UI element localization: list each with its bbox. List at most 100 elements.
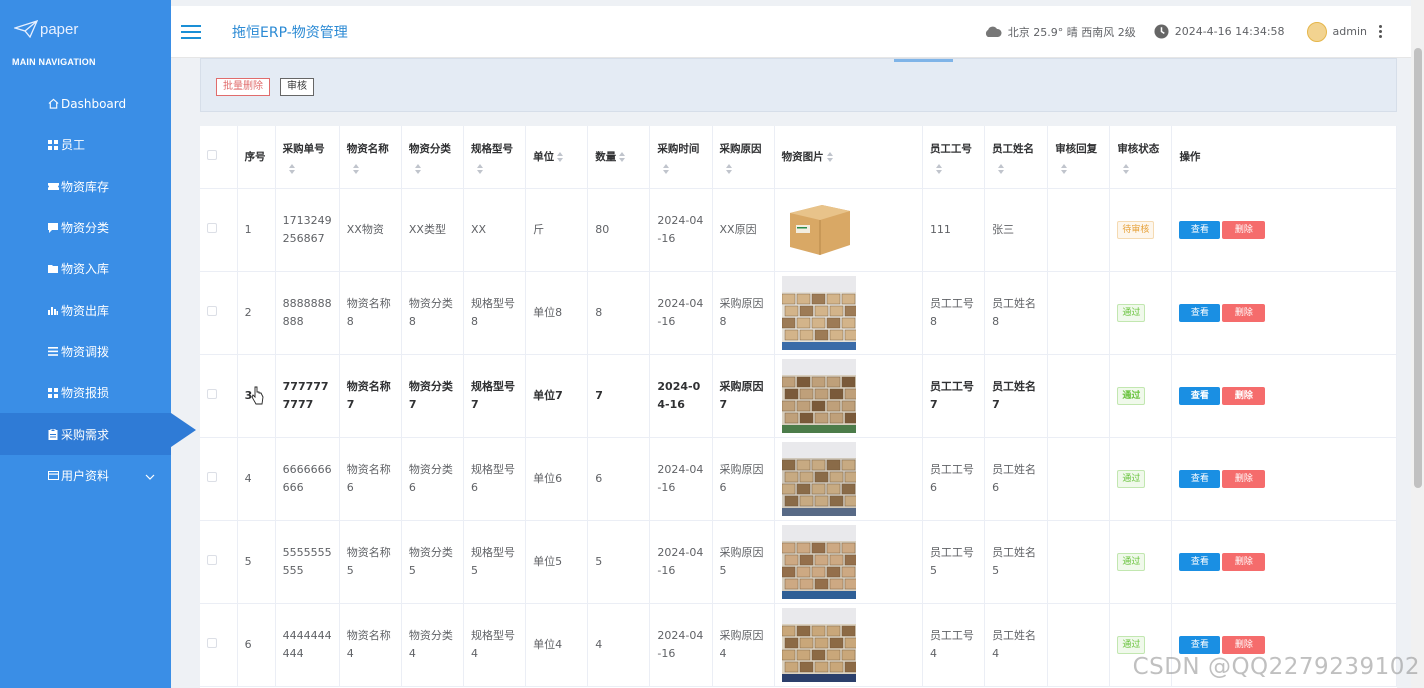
delete-button[interactable]: 删除 (1222, 636, 1266, 654)
cell-image (774, 437, 923, 521)
sidebar-item-9[interactable]: 用户资料 (0, 455, 171, 496)
column-header[interactable]: 采购单号 (275, 126, 340, 189)
sidebar-item-1[interactable]: 员工 (0, 124, 171, 165)
warehouse-image[interactable] (781, 607, 915, 682)
batch-delete-button[interactable]: 批量删除 (216, 78, 270, 96)
sidebar-item-label: 员工 (61, 138, 86, 153)
sidebar-item-0[interactable]: Dashboard (0, 83, 171, 124)
delete-button[interactable]: 删除 (1222, 553, 1266, 571)
cell-status: 通过 (1109, 520, 1173, 604)
sort-caret-icon[interactable] (619, 151, 626, 162)
view-button[interactable]: 查看 (1179, 387, 1221, 405)
column-label: 采购原因 (719, 142, 762, 155)
select-all-checkbox[interactable] (207, 149, 217, 160)
box-image[interactable] (781, 192, 915, 267)
sort-caret-icon[interactable] (414, 163, 456, 174)
cell-name: 物资名称6 (339, 437, 402, 521)
warehouse-image[interactable] (781, 358, 915, 433)
row-checkbox[interactable] (207, 554, 217, 565)
sort-caret-icon[interactable] (1123, 163, 1164, 174)
view-button[interactable]: 查看 (1179, 636, 1221, 654)
sort-caret-icon[interactable] (352, 163, 394, 174)
sort-caret-icon[interactable] (1061, 163, 1102, 174)
column-header[interactable]: 物资名称 (339, 126, 402, 189)
delete-button[interactable]: 删除 (1222, 387, 1266, 405)
column-header[interactable]: 规格型号 (463, 126, 527, 189)
table-row[interactable]: 1 1713249256867 XX物资 XX类型 XX 斤 80 2024-04-16 XX原… (200, 188, 1397, 272)
sidebar-item-7[interactable]: 物资报损 (0, 372, 171, 413)
column-header[interactable]: 员工工号 (922, 126, 986, 189)
sidebar-item-6[interactable]: 物资调拨 (0, 331, 171, 372)
warehouse-image[interactable] (781, 275, 915, 350)
cell-category: 物资分类7 (401, 354, 465, 438)
column-label: 操作 (1179, 150, 1201, 163)
view-button[interactable]: 查看 (1179, 470, 1221, 488)
column-label: 采购单号 (282, 142, 325, 155)
scrollbar-thumb[interactable] (1414, 48, 1422, 488)
view-button[interactable]: 查看 (1179, 221, 1221, 239)
cell-emp_no: 员工工号6 (922, 437, 986, 521)
delete-button[interactable]: 删除 (1222, 470, 1266, 488)
table-row[interactable]: 4 6666666666 物资名称6 物资分类6 规格型号6 单位6 6 2024-04-16… (200, 437, 1397, 521)
cell-spec: 规格型号5 (463, 520, 527, 604)
cell-qty: 6 (587, 437, 651, 521)
column-header[interactable]: 物资图片 (774, 126, 923, 189)
menu-toggle-icon[interactable] (181, 21, 201, 43)
logo[interactable]: paper (0, 0, 171, 58)
row-checkbox[interactable] (207, 305, 217, 316)
top-header: 拖恒ERP-物资管理 北京 25.9° 晴 西南风 2级 2024-4-16 1… (171, 6, 1411, 58)
cell-date: 2024-04-16 (649, 354, 713, 438)
sidebar-item-2[interactable]: 物资库存 (0, 166, 171, 207)
folder-icon (47, 263, 59, 275)
column-header[interactable]: 审核状态 (1109, 126, 1173, 189)
table-row[interactable]: 5 5555555555 物资名称5 物资分类5 规格型号5 单位5 5 2024-04-16… (200, 520, 1397, 604)
cell-spec: 规格型号6 (463, 437, 527, 521)
sidebar-item-label: 物资分类 (61, 221, 110, 236)
sidebar-item-8[interactable]: 采购需求 (0, 413, 196, 455)
column-label: 序号 (244, 150, 266, 163)
more-vertical-icon[interactable] (1379, 25, 1383, 38)
cell-reply (1047, 354, 1111, 438)
user-menu[interactable]: admin (1306, 21, 1383, 42)
column-header[interactable]: 审核回复 (1047, 126, 1111, 189)
table-row[interactable]: 2 8888888888 物资名称8 物资分类8 规格型号8 单位8 8 2024-04-16… (200, 271, 1397, 355)
row-checkbox[interactable] (207, 388, 217, 399)
column-header[interactable]: 物资分类 (401, 126, 465, 189)
cell-emp_name: 员工姓名6 (984, 437, 1049, 521)
column-header[interactable]: 数量 (587, 126, 651, 189)
sort-caret-icon[interactable] (477, 163, 518, 174)
sidebar-item-5[interactable]: 物资出库 (0, 289, 171, 330)
sort-caret-icon[interactable] (288, 163, 332, 174)
cell-category: XX类型 (401, 188, 465, 272)
vertical-scrollbar[interactable] (1411, 0, 1424, 688)
warehouse-image[interactable] (781, 524, 915, 599)
sidebar-item-label: Dashboard (61, 96, 127, 111)
sort-caret-icon[interactable] (998, 163, 1040, 174)
audit-button[interactable]: 审核 (280, 78, 314, 96)
view-button[interactable]: 查看 (1179, 553, 1221, 571)
column-header[interactable]: 员工姓名 (984, 126, 1049, 189)
warehouse-image[interactable] (781, 441, 915, 516)
row-checkbox[interactable] (207, 222, 217, 233)
delete-button[interactable]: 删除 (1222, 304, 1266, 322)
sidebar-item-3[interactable]: 物资分类 (0, 207, 171, 248)
cell-unit: 斤 (525, 188, 589, 272)
column-label: 员工姓名 (992, 142, 1035, 155)
cell-image (774, 354, 923, 438)
column-header[interactable]: 单位 (525, 126, 589, 189)
table-row[interactable]: 3 7777777777 物资名称7 物资分类7 规格型号7 单位7 7 2024-04-16… (200, 354, 1397, 438)
sort-caret-icon[interactable] (557, 151, 564, 162)
sort-caret-icon[interactable] (663, 163, 704, 174)
delete-button[interactable]: 删除 (1222, 221, 1266, 239)
row-checkbox[interactable] (207, 637, 217, 648)
sort-caret-icon[interactable] (725, 163, 767, 174)
view-button[interactable]: 查看 (1179, 304, 1221, 322)
row-checkbox[interactable] (207, 471, 217, 482)
sidebar-item-4[interactable]: 物资入库 (0, 248, 171, 289)
column-header[interactable]: 采购时间 (649, 126, 713, 189)
clipboard-icon (47, 428, 59, 440)
sort-caret-icon[interactable] (826, 151, 833, 162)
sort-caret-icon[interactable] (935, 163, 977, 174)
column-header[interactable]: 采购原因 (712, 126, 775, 189)
weather-text: 北京 25.9° 晴 西南风 2级 (1007, 25, 1136, 39)
